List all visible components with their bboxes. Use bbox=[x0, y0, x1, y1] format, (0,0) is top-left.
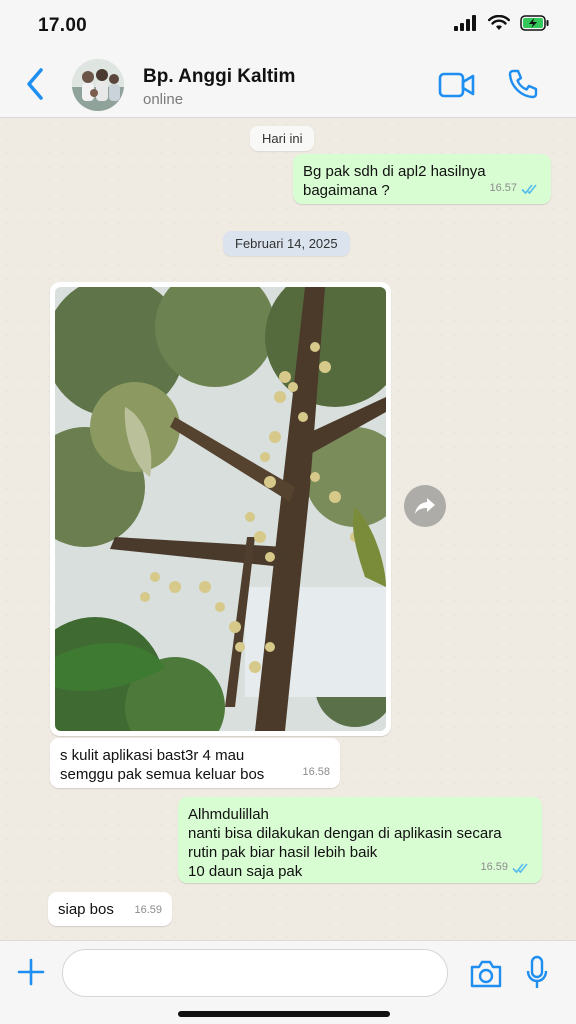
photo-illustration bbox=[55, 287, 386, 731]
contact-status: online bbox=[143, 91, 184, 108]
chat-header: Bp. Anggi Kaltim online bbox=[0, 52, 576, 118]
message-meta: 16.58 bbox=[302, 763, 330, 782]
plus-icon[interactable] bbox=[16, 957, 46, 987]
read-ticks-icon bbox=[512, 862, 528, 873]
date-separator: Februari 14, 2025 bbox=[223, 231, 350, 256]
battery-icon bbox=[520, 15, 549, 31]
wifi-icon bbox=[488, 15, 510, 30]
message-outgoing[interactable]: Bg pak sdh di apl2 hasilnya bagaimana ? … bbox=[293, 154, 551, 204]
durian-tree-photo[interactable] bbox=[55, 287, 386, 731]
forward-icon bbox=[415, 498, 435, 514]
message-outgoing[interactable]: Alhmdulillah nanti bisa dilakukan dengan… bbox=[178, 797, 542, 883]
message-incoming[interactable]: siap bos 16.59 bbox=[48, 892, 172, 926]
message-input[interactable] bbox=[62, 949, 448, 997]
back-chevron-icon[interactable] bbox=[22, 66, 48, 102]
message-meta: 16.57 bbox=[489, 179, 541, 198]
camera-icon[interactable] bbox=[469, 959, 503, 989]
contact-name[interactable]: Bp. Anggi Kaltim bbox=[143, 66, 295, 88]
status-icons bbox=[454, 15, 550, 31]
status-time: 17.00 bbox=[38, 15, 88, 36]
message-image[interactable] bbox=[50, 282, 391, 736]
home-indicator bbox=[178, 1011, 390, 1017]
phone-icon[interactable] bbox=[507, 68, 539, 100]
avatar[interactable] bbox=[72, 59, 124, 111]
avatar-photo bbox=[72, 59, 124, 111]
read-ticks-icon bbox=[521, 183, 537, 194]
video-camera-icon[interactable] bbox=[438, 70, 476, 100]
chat-area[interactable]: Hari ini Bg pak sdh di apl2 hasilnya bag… bbox=[0, 118, 576, 940]
input-bar bbox=[0, 940, 576, 1024]
signal-icon bbox=[454, 15, 476, 31]
message-time: 16.58 bbox=[302, 766, 330, 778]
message-meta: 16.59 bbox=[134, 901, 162, 920]
microphone-icon[interactable] bbox=[526, 955, 548, 991]
message-incoming[interactable]: s kulit aplikasi bast3r 4 mau semggu pak… bbox=[50, 738, 340, 788]
forward-button[interactable] bbox=[404, 485, 446, 527]
message-meta: 16.59 bbox=[480, 858, 532, 877]
status-bar: 17.00 bbox=[0, 0, 576, 52]
date-separator: Hari ini bbox=[250, 126, 315, 151]
message-time: 16.59 bbox=[134, 904, 162, 916]
message-time: 16.57 bbox=[489, 182, 517, 194]
message-time: 16.59 bbox=[480, 861, 508, 873]
message-text: s kulit aplikasi bast3r 4 mau semggu pak… bbox=[60, 747, 265, 783]
